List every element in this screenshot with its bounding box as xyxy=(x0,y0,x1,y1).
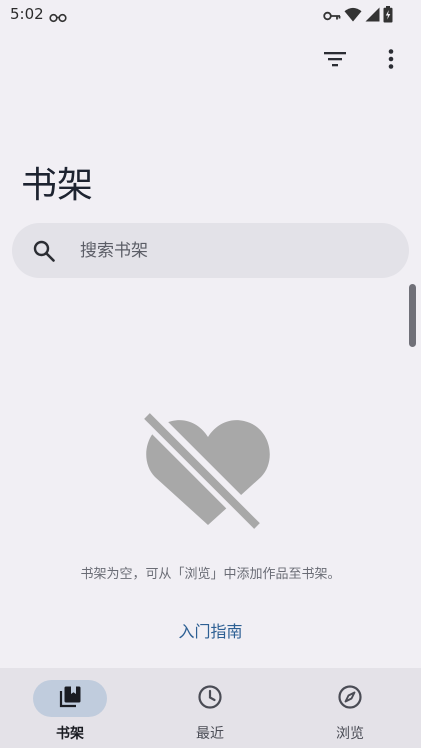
wifi-icon xyxy=(344,7,362,26)
scrollbar-thumb[interactable] xyxy=(409,284,416,347)
more-vert-icon xyxy=(388,49,394,73)
nav-icon-container xyxy=(173,680,247,717)
status-icons xyxy=(323,6,393,27)
status-bar: 5:02 xyxy=(0,0,421,30)
nav-active-indicator xyxy=(33,680,107,717)
empty-state-message: 书架为空，可从「浏览」中添加作品至书架。 xyxy=(80,567,341,582)
filter-button[interactable] xyxy=(319,45,351,77)
nav-label-recent: 最近 xyxy=(196,726,224,742)
filter-icon xyxy=(324,51,346,71)
nav-item-recent[interactable]: 最近 xyxy=(140,668,280,748)
search-input[interactable] xyxy=(78,239,362,262)
search-icon xyxy=(32,239,56,263)
search-bar[interactable] xyxy=(12,223,409,278)
nav-item-browse[interactable]: 浏览 xyxy=(280,668,420,748)
nav-label-library: 书架 xyxy=(56,726,84,742)
explore-icon xyxy=(337,684,363,714)
nav-label-browse: 浏览 xyxy=(336,726,364,742)
glasses-icon xyxy=(49,8,67,27)
status-time: 5:02 xyxy=(10,5,44,23)
history-icon xyxy=(197,684,223,714)
top-app-bar-actions xyxy=(319,45,407,77)
signal-icon xyxy=(365,7,380,26)
heart-off-icon xyxy=(141,409,275,533)
library-icon xyxy=(58,685,82,713)
bottom-navigation: 书架 最近 浏览 xyxy=(0,668,421,748)
nav-item-library[interactable]: 书架 xyxy=(0,668,140,748)
more-options-button[interactable] xyxy=(375,45,407,77)
nav-icon-container xyxy=(313,680,387,717)
page-title: 书架 xyxy=(21,165,94,206)
key-icon xyxy=(323,7,341,26)
battery-charging-icon xyxy=(383,6,393,27)
getting-started-link[interactable]: 入门指南 xyxy=(0,618,421,642)
